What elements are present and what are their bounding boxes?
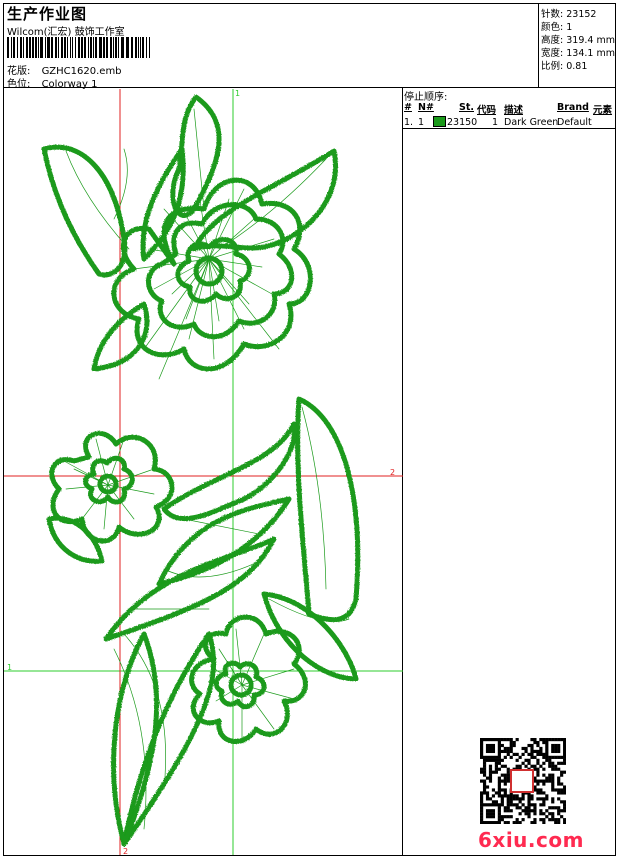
stat-scale: 比例: 0.81 — [541, 61, 588, 72]
watermark-logo: 6xiu.com — [478, 828, 584, 852]
qr-code — [480, 738, 566, 824]
row-brand: Default — [557, 117, 592, 128]
row-stitches: 23150 — [447, 117, 478, 128]
row-index: 1. — [404, 117, 414, 128]
col-description: 描述 — [504, 105, 524, 116]
col-index: # — [404, 102, 412, 113]
row-description: Dark Green — [504, 117, 559, 128]
stop-sequence-heading: 停止顺序: — [404, 92, 448, 103]
sweep-leaf — [103, 536, 277, 642]
guide-label-red-bottom: 2 — [123, 847, 128, 855]
row-needle: 1 — [418, 117, 425, 128]
studio-subtitle: Wilcom(汇宏) 鼓饰工作室 — [7, 27, 125, 38]
stat-width: 宽度: 134.1 mm — [541, 48, 615, 59]
col-brand: Brand — [557, 102, 589, 113]
left-lower-leaf — [46, 515, 105, 564]
right-long-leaf — [295, 396, 361, 623]
stat-height: 高度: 319.4 mm — [541, 35, 615, 46]
left-flower-inner — [83, 455, 135, 505]
qr-seal — [510, 769, 534, 793]
col-stitches: St. — [459, 102, 474, 113]
satin-outlines — [41, 94, 361, 847]
top-left-leaf — [41, 144, 128, 278]
stats-divider — [538, 3, 539, 87]
thread-color-swatch — [433, 116, 446, 127]
embroidery-design: 1 1 2 2 — [4, 89, 403, 855]
stat-colors: 颜色: 1 — [541, 22, 573, 33]
page-title: 生产作业图 — [7, 5, 88, 23]
guide-label-green-left: 1 — [7, 663, 12, 672]
guide-label-red-right: 2 — [390, 468, 395, 477]
col-element: 元素 — [593, 105, 613, 116]
stop-table-divider — [402, 128, 616, 129]
col-code: 代码 — [477, 105, 497, 116]
row-code: 1 — [492, 117, 499, 128]
guide-label-green-top: 1 — [235, 89, 240, 98]
left-flower-outer — [49, 430, 175, 544]
col-needle: N# — [418, 102, 434, 113]
colorway: 色位: Colorway 1 — [7, 75, 97, 90]
stat-stitches: 针数: 23152 — [541, 9, 597, 20]
barcode — [7, 37, 150, 58]
